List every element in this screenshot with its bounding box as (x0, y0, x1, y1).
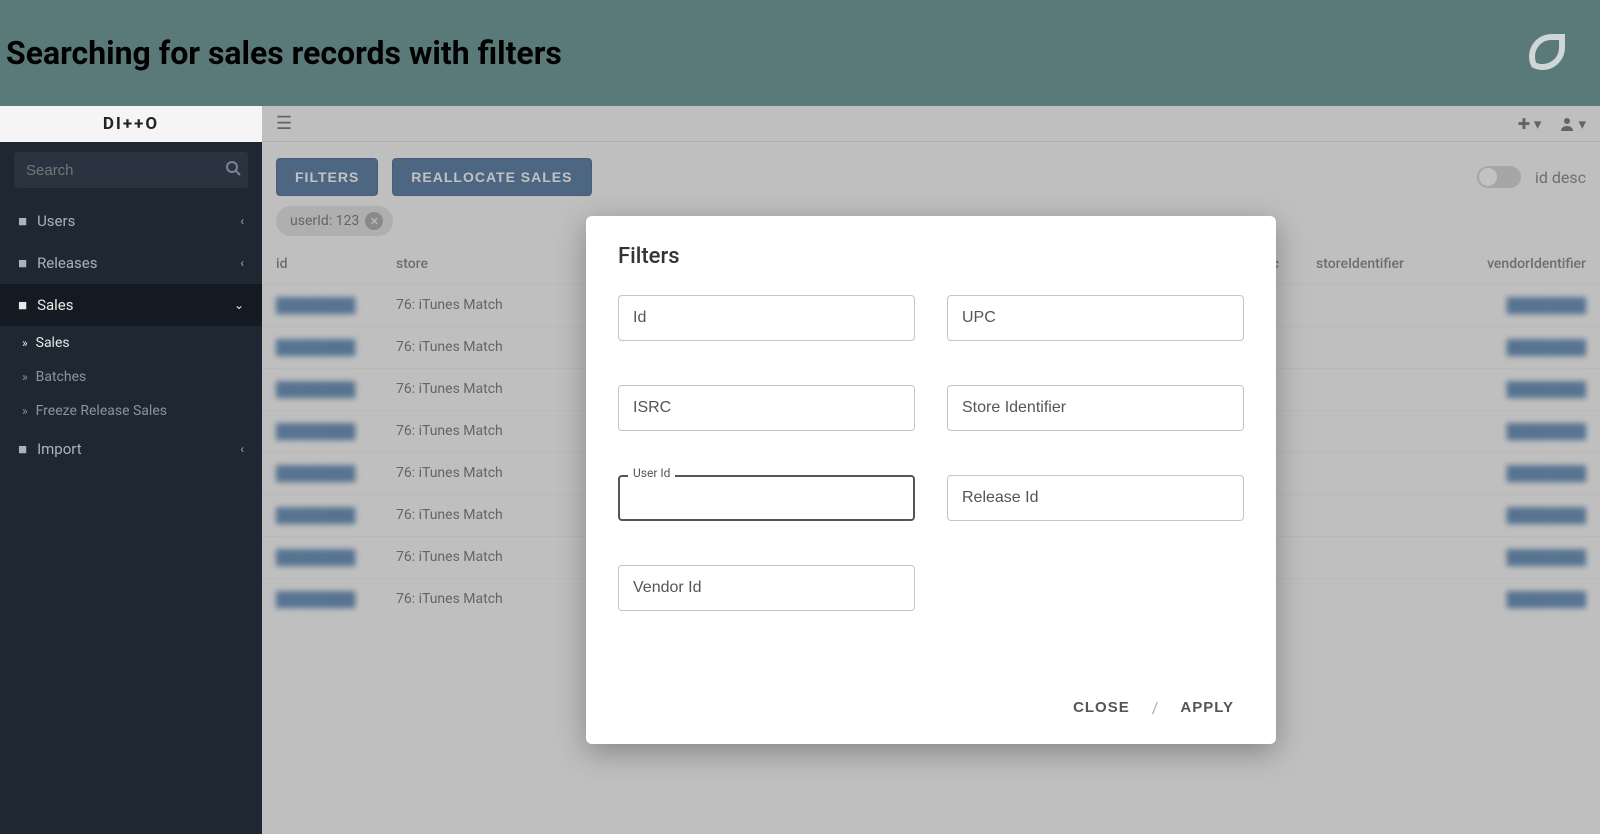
sidebar-item-releases[interactable]: ■ Releases ‹ (0, 242, 262, 284)
close-button[interactable]: CLOSE (1063, 691, 1140, 724)
folder-icon: ■ (18, 254, 27, 272)
folder-icon: ■ (18, 440, 27, 458)
search-input[interactable] (26, 162, 225, 179)
chevron-left-icon: ‹ (240, 256, 244, 270)
upc-input[interactable] (947, 295, 1244, 341)
sidebar-item-users[interactable]: ■ Users ‹ (0, 200, 262, 242)
isrc-input[interactable] (618, 385, 915, 431)
id-input[interactable] (618, 295, 915, 341)
user-id-label: User Id (628, 466, 675, 480)
sidebar-sub-batches[interactable]: » Batches (0, 360, 262, 394)
sidebar-item-import[interactable]: ■ Import ‹ (0, 428, 262, 470)
sidebar-sub-sales[interactable]: » Sales (0, 326, 262, 360)
sidebar-item-label: Import (37, 440, 82, 458)
field-isrc[interactable] (618, 385, 915, 431)
modal-overlay[interactable]: Filters User Id CLOSE / APPLY (262, 106, 1600, 834)
release-id-input[interactable] (947, 475, 1244, 521)
brand-logo: DI++O (0, 106, 262, 142)
field-release-id[interactable] (947, 475, 1244, 521)
double-chevron-icon: » (22, 336, 28, 350)
sidebar-sub-freeze[interactable]: » Freeze Release Sales (0, 394, 262, 428)
field-vendor-id[interactable] (618, 565, 915, 611)
sidebar-sub-label: Batches (36, 369, 87, 385)
chevron-down-icon: ⌄ (234, 298, 244, 312)
apply-button[interactable]: APPLY (1170, 691, 1244, 724)
sidebar-sub-label: Freeze Release Sales (36, 403, 167, 419)
double-chevron-icon: » (22, 370, 28, 384)
search-icon (225, 160, 241, 180)
field-user-id[interactable]: User Id (618, 475, 915, 521)
page-banner: Searching for sales records with filters (0, 0, 1600, 106)
sidebar-sub-label: Sales (36, 335, 70, 351)
chevron-left-icon: ‹ (240, 442, 244, 456)
sidebar-search[interactable] (14, 152, 248, 188)
chevron-left-icon: ‹ (240, 214, 244, 228)
sidebar-item-label: Sales (37, 296, 73, 314)
double-chevron-icon: » (22, 404, 28, 418)
user-id-input[interactable] (618, 475, 915, 521)
field-id[interactable] (618, 295, 915, 341)
modal-title: Filters (618, 244, 1244, 269)
vendor-id-input[interactable] (618, 565, 915, 611)
folder-icon: ■ (18, 212, 27, 230)
sidebar: DI++O ■ Users ‹ ■ Releases ‹ ■ Sales ⌄ »… (0, 106, 262, 834)
folder-icon: ■ (18, 296, 27, 314)
sidebar-item-label: Users (37, 212, 75, 230)
main-content: ☰ ✚ ▾ ▾ FILTERS REALLOCATE SALES id desc… (262, 106, 1600, 834)
field-upc[interactable] (947, 295, 1244, 341)
sidebar-item-sales[interactable]: ■ Sales ⌄ (0, 284, 262, 326)
banner-title: Searching for sales records with filters (6, 34, 562, 72)
separator: / (1152, 698, 1159, 717)
leaf-logo-icon (1522, 29, 1570, 77)
filters-modal: Filters User Id CLOSE / APPLY (586, 216, 1276, 744)
field-store-identifier[interactable] (947, 385, 1244, 431)
store-identifier-input[interactable] (947, 385, 1244, 431)
sidebar-item-label: Releases (37, 254, 97, 272)
